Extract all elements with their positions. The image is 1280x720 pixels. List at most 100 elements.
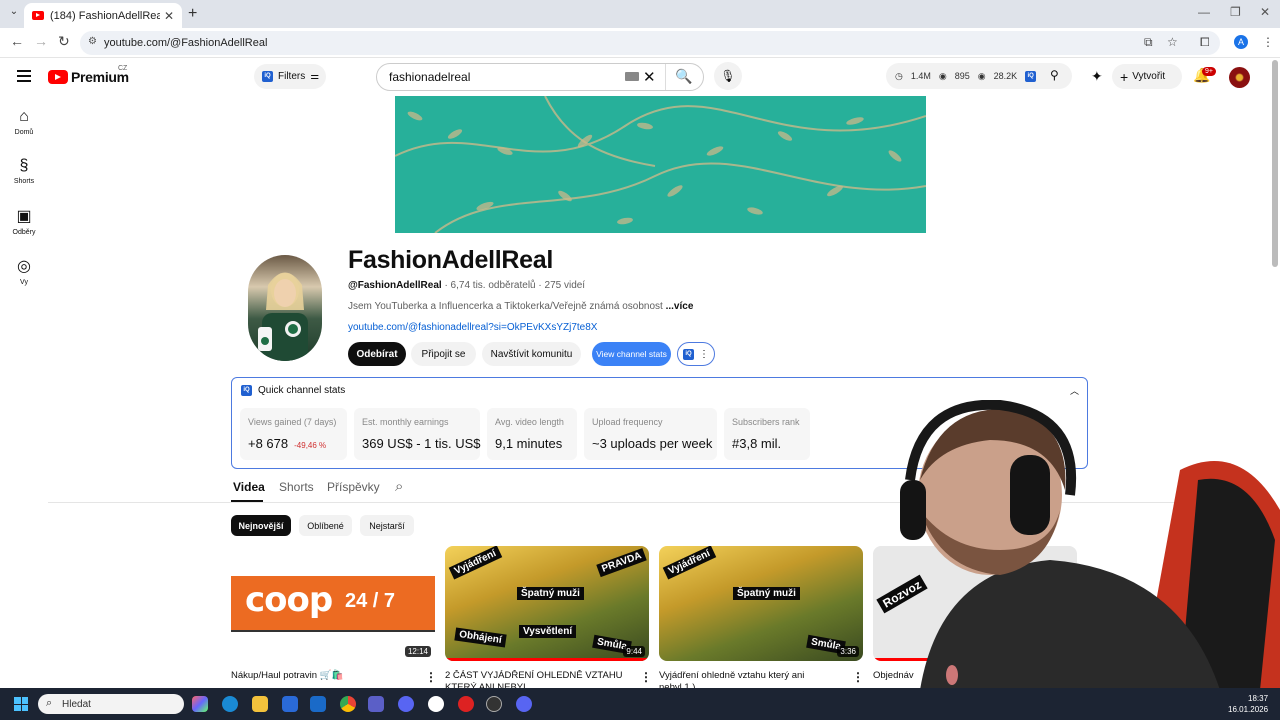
forward-icon[interactable]: → [34, 33, 48, 49]
outlook-icon[interactable] [310, 696, 326, 712]
url-text: youtube.com/@FashionAdellReal [104, 37, 268, 49]
clock-icon: ◷ [895, 70, 903, 81]
account-avatar[interactable] [1229, 67, 1250, 88]
windows-start-icon[interactable] [14, 697, 28, 711]
create-button[interactable]: + Vytvořit [1112, 64, 1182, 89]
edge-icon[interactable] [222, 696, 238, 712]
channel-description[interactable]: Jsem YouTuberka a Influencerka a Tiktoke… [348, 301, 693, 312]
sparkle-icon[interactable]: ✦ [1091, 68, 1103, 85]
restore-icon[interactable]: ❐ [1230, 5, 1241, 19]
tab-videos[interactable]: Videa [233, 480, 265, 494]
chip-popular[interactable]: Oblíbené [299, 515, 352, 536]
vidiq-stats-bar[interactable]: ◷ 1.4M ◉ 895 ◉ 28.2K iQ [886, 63, 1072, 89]
stat-value: +8 678 -49,46 % [248, 436, 339, 451]
bookmark-star-icon[interactable]: ☆ [1167, 35, 1178, 49]
sidebar-item-subscriptions[interactable]: ▣ Odběry [0, 206, 48, 236]
stat-value: 369 US$ - 1 tis. US$ [362, 436, 481, 451]
search-icon[interactable]: 🔍 [675, 68, 692, 85]
more-link[interactable]: ...více [666, 301, 694, 312]
copilot-icon[interactable] [192, 696, 208, 712]
banner-leaf-pattern [395, 96, 926, 233]
address-bar[interactable]: ⚙ youtube.com/@FashionAdellReal [80, 31, 1220, 55]
chip-oldest[interactable]: Nejstarší [360, 515, 414, 536]
obs-icon[interactable] [486, 696, 502, 712]
video-title[interactable]: 2 ČÁST VYJÁDŘENÍ OHLEDNĚ VZTAHU KTERÝ AN… [445, 670, 625, 690]
stat-label: Views gained (7 days) [248, 417, 337, 427]
thumb-text: 24 / 7 [345, 590, 396, 612]
new-tab-button[interactable]: + [188, 5, 197, 23]
back-icon[interactable]: ← [10, 33, 24, 49]
video-title[interactable]: Nákup/Haul potravin 🛒🛍️ [231, 670, 411, 682]
channel-meta: @FashionAdellReal · 6,74 tis. odběratelů… [348, 280, 585, 291]
filters-button[interactable]: iQ Filters ⚌ [254, 64, 326, 89]
system-clock[interactable]: 18:37 16.01.2026 [1228, 693, 1268, 715]
extensions-icon[interactable]: ⧠ [1200, 35, 1210, 50]
reload-icon[interactable]: ↻ [58, 33, 70, 50]
vidiq-options-button[interactable]: iQ ⋮ [677, 342, 715, 366]
chrome-icon[interactable] [340, 696, 356, 712]
stat-card-video-length: Avg. video length 9,1 minutes [487, 408, 577, 460]
browser-toolbar: ← → ↻ ⚙ youtube.com/@FashionAdellReal ⧉ … [0, 28, 1280, 58]
vidiq-icon: iQ [1025, 70, 1037, 82]
recorder-icon[interactable] [458, 696, 474, 712]
shorts-icon: § [19, 157, 29, 174]
video-thumbnail[interactable]: coop 24 / 7 12:14 [231, 546, 435, 661]
tab-posts[interactable]: Příspěvky [327, 480, 380, 494]
quick-stats-header[interactable]: iQ Quick channel stats [241, 385, 345, 396]
site-info-icon[interactable]: ⚙ [88, 36, 97, 47]
tab-close-icon[interactable]: ✕ [164, 9, 174, 23]
stat-label: Est. monthly earnings [362, 417, 449, 427]
video-thumbnail[interactable]: Vyjádření Špatný muži Smůla 3:36 [659, 546, 863, 661]
tab-shorts[interactable]: Shorts [279, 480, 314, 494]
channel-link[interactable]: youtube.com/@fashionadellreal?si=OkPEvKX… [348, 322, 597, 333]
sliders-icon: ⚌ [310, 71, 320, 82]
teams-icon[interactable] [368, 696, 384, 712]
browser-menu-icon[interactable]: ⋮ [1262, 35, 1274, 49]
close-window-icon[interactable]: ✕ [1260, 5, 1270, 19]
join-button[interactable]: Připojit se [411, 342, 476, 366]
discord-icon[interactable] [516, 696, 532, 712]
quick-stats-title: Quick channel stats [258, 385, 346, 396]
keyboard-icon[interactable] [625, 72, 639, 81]
app-icon[interactable] [398, 696, 414, 712]
search-input[interactable]: fashionadelreal [389, 70, 470, 84]
channel-avatar[interactable] [248, 255, 322, 361]
thumb-text: PRAVDA [596, 547, 648, 578]
stat-value: #3,8 mil. [732, 436, 782, 451]
coop-sign: coop 24 / 7 [231, 576, 435, 630]
tab-list-dropdown-icon[interactable]: ⌄ [6, 6, 22, 22]
view-channel-stats-button[interactable]: View channel stats [592, 342, 671, 366]
channel-search-icon[interactable]: ⌕ [395, 478, 403, 495]
video-thumbnail[interactable]: Vyjádření PRAVDA Špatný muži Obhájení Vy… [445, 546, 649, 661]
video-menu-icon[interactable]: ⋮ [640, 670, 652, 684]
eye-icon: ◉ [977, 70, 986, 81]
subscribe-button[interactable]: Odebírat [348, 342, 406, 366]
browser-profile-avatar[interactable]: A [1234, 35, 1248, 49]
channel-handle: @FashionAdellReal [348, 280, 442, 291]
visit-community-button[interactable]: Navštívit komunitu [482, 342, 581, 366]
taskbar-search[interactable]: ⌕ Hledat [38, 694, 184, 714]
video-menu-icon[interactable]: ⋮ [425, 670, 437, 684]
vidiq-icon: iQ [262, 71, 273, 82]
sidebar-item-label: Shorts [13, 178, 35, 185]
menu-hamburger-icon[interactable] [17, 70, 31, 85]
file-explorer-icon[interactable] [252, 696, 268, 712]
sidebar-item-you[interactable]: ◎ Vy [0, 256, 48, 286]
clear-search-icon[interactable]: ✕ [643, 68, 656, 86]
wordpress-icon[interactable] [428, 696, 444, 712]
voice-search-mic-icon[interactable]: 🎙 [714, 62, 742, 90]
chip-newest[interactable]: Nejnovější [231, 515, 291, 536]
sidebar-item-home[interactable]: ⌂ Domů [0, 108, 48, 136]
minimize-icon[interactable]: — [1198, 5, 1210, 19]
rocket-icon[interactable]: ⚲ [1050, 68, 1059, 82]
youtube-premium-logo[interactable]: Premium CZ [48, 65, 129, 85]
search-box[interactable]: fashionadelreal ✕ 🔍 [376, 63, 704, 91]
store-icon[interactable] [282, 696, 298, 712]
cast-icon[interactable]: ⧉ [1144, 35, 1153, 50]
collapse-chevron-icon[interactable]: ︿ [1070, 384, 1079, 397]
avatar-portrait [258, 272, 308, 361]
sidebar-item-shorts[interactable]: § Shorts [0, 157, 48, 185]
page-scrollbar[interactable] [1272, 60, 1278, 267]
video-menu-icon[interactable]: ⋮ [852, 670, 864, 684]
browser-tab[interactable]: (184) FashionAdellReal - YouTube ✕ [24, 3, 182, 28]
